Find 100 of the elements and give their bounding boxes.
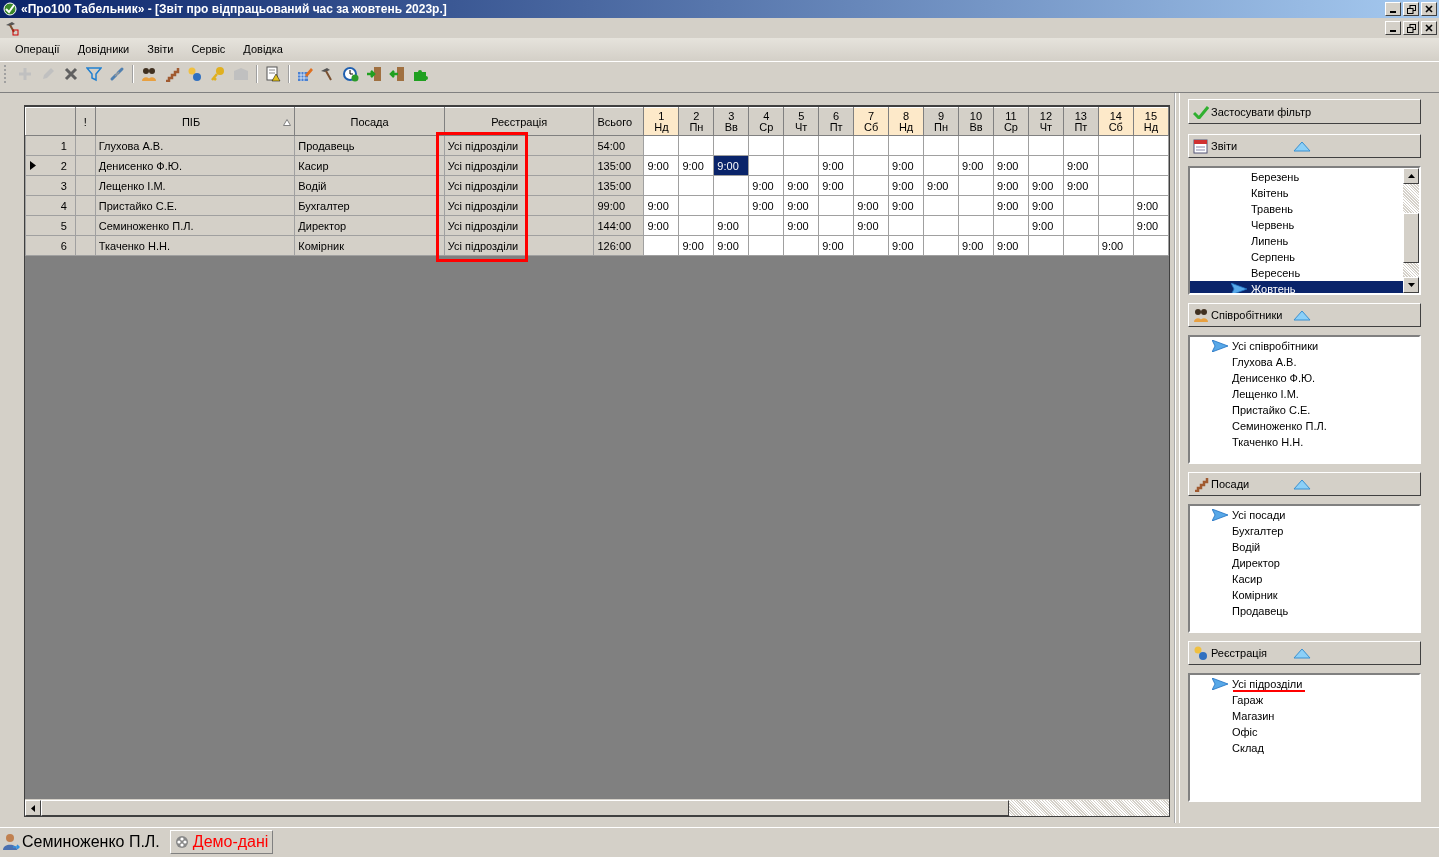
list-item[interactable]: Липень <box>1190 233 1403 249</box>
list-item[interactable]: Продавець <box>1190 603 1419 619</box>
user-name: Семиноженко П.Л. <box>22 832 160 851</box>
list-item[interactable]: Комірник <box>1190 587 1419 603</box>
column-header[interactable]: ПІБ <box>95 107 295 136</box>
list-item[interactable]: Жовтень <box>1190 281 1403 293</box>
window-title: «Про100 Табельник» - [Звіт про відпрацьований час за жовтень 2023р.] <box>21 2 448 16</box>
stairs-icon <box>164 66 180 82</box>
list-item[interactable]: Квітень <box>1190 185 1403 201</box>
day-header[interactable]: 3 Вв <box>713 107 749 136</box>
day-header[interactable]: 11 Ср <box>993 107 1029 136</box>
menu-item[interactable]: Довідники <box>68 41 139 57</box>
column-header[interactable]: ! <box>75 107 96 136</box>
scroll-up-button[interactable] <box>1403 168 1419 184</box>
restore-icon <box>1406 4 1416 14</box>
collapse-icon[interactable] <box>1293 477 1311 491</box>
apply-filter-button[interactable]: Застосувати фільтр <box>1188 99 1421 124</box>
row-header[interactable]: 2 <box>25 155 76 176</box>
clock-icon <box>343 66 359 82</box>
day-header[interactable]: 9 Пн <box>923 107 959 136</box>
menu-item[interactable]: Довідка <box>234 41 292 57</box>
people-icon <box>1193 307 1209 323</box>
scroll-down-button[interactable] <box>1403 277 1419 293</box>
list-item[interactable]: Склад <box>1190 740 1419 756</box>
scrollbar-thumb[interactable] <box>41 800 1009 816</box>
column-header[interactable]: Посада <box>294 107 445 136</box>
list-item[interactable]: Глухова А.В. <box>1190 354 1419 370</box>
day-header[interactable]: 12 Чт <box>1028 107 1064 136</box>
list-item[interactable]: Семиноженко П.Л. <box>1190 418 1419 434</box>
section-title: Реєстрація <box>1211 647 1269 659</box>
section-header[interactable]: Звіти <box>1188 134 1421 158</box>
list-item[interactable]: Березень <box>1190 169 1403 185</box>
list-item[interactable]: Директор <box>1190 555 1419 571</box>
scroll-left-button[interactable] <box>25 800 41 816</box>
section-title: Звіти <box>1211 140 1239 152</box>
horizontal-scrollbar[interactable] <box>25 799 1169 816</box>
list-item[interactable]: Ткаченко Н.Н. <box>1190 434 1419 450</box>
row-header[interactable]: 1 <box>25 135 76 156</box>
list-item[interactable]: Бухгалтер <box>1190 523 1419 539</box>
collapse-icon[interactable] <box>1293 646 1311 660</box>
day-header[interactable]: 4 Ср <box>748 107 784 136</box>
user-icon <box>2 832 20 851</box>
row-header[interactable]: 4 <box>25 195 76 216</box>
day-header[interactable]: 13 Пт <box>1063 107 1099 136</box>
collapse-icon[interactable] <box>1293 308 1311 322</box>
menu-item[interactable]: Звіти <box>138 41 183 57</box>
close-icon <box>1425 5 1433 13</box>
row-header[interactable]: 5 <box>25 215 76 236</box>
day-header[interactable]: 7 Сб <box>853 107 889 136</box>
menu-item[interactable]: Сервіс <box>182 41 235 57</box>
row-header[interactable]: 6 <box>25 235 76 256</box>
section-header[interactable]: Посади <box>1188 472 1421 496</box>
minimize-button[interactable] <box>1385 2 1401 16</box>
day-header[interactable]: 15 Нд <box>1133 107 1169 136</box>
list-item[interactable]: Усі підрозділи <box>1190 676 1419 692</box>
list-item[interactable]: Офіс <box>1190 724 1419 740</box>
list-item[interactable]: Травень <box>1190 201 1403 217</box>
day-header[interactable]: 14 Сб <box>1098 107 1134 136</box>
collapse-icon[interactable] <box>1293 139 1311 153</box>
close-button[interactable] <box>1421 2 1437 16</box>
list-item[interactable]: Денисенко Ф.Ю. <box>1190 370 1419 386</box>
list-item[interactable]: Серпень <box>1190 249 1403 265</box>
section-header[interactable]: Співробітники <box>1188 303 1421 327</box>
list-item[interactable]: Магазин <box>1190 708 1419 724</box>
minimize-button[interactable] <box>1385 21 1401 35</box>
door-arrow-icon <box>366 66 382 82</box>
list-item[interactable]: Червень <box>1190 217 1403 233</box>
door-arrow-icon <box>389 66 405 82</box>
list-item[interactable]: Пристайко С.Е. <box>1190 402 1419 418</box>
people-icon <box>141 66 157 82</box>
list-item[interactable]: Водій <box>1190 539 1419 555</box>
day-header[interactable]: 8 Нд <box>888 107 924 136</box>
filter-icon <box>86 66 102 82</box>
column-header[interactable]: Реєстрація <box>444 107 594 136</box>
list-item[interactable]: Усі співробітники <box>1190 338 1419 354</box>
section-header[interactable]: Реєстрація <box>1188 641 1421 665</box>
report-icon <box>265 66 281 82</box>
column-header[interactable]: Всього <box>594 107 644 136</box>
day-header[interactable]: 10 Вв <box>958 107 994 136</box>
close-button[interactable] <box>1421 21 1437 35</box>
day-header[interactable]: 5 Чт <box>783 107 819 136</box>
menu-item[interactable]: Операції <box>6 41 69 57</box>
calendar-icon <box>1193 138 1209 154</box>
row-header[interactable]: 3 <box>25 175 76 196</box>
day-header[interactable]: 6 Пт <box>818 107 854 136</box>
restore-button[interactable] <box>1403 21 1419 35</box>
day-header[interactable]: 2 Пн <box>678 107 714 136</box>
day-header[interactable]: 1 Нд <box>643 107 679 136</box>
list-item[interactable]: Касир <box>1190 571 1419 587</box>
list-item[interactable]: Вересень <box>1190 265 1403 281</box>
header-cell <box>25 107 76 136</box>
restore-button[interactable] <box>1403 2 1419 16</box>
down-arrow-icon <box>1407 283 1415 287</box>
list-item[interactable]: Усі посади <box>1190 507 1419 523</box>
scrollbar-thumb[interactable] <box>1403 213 1419 263</box>
mode-label: Демо-дані <box>192 832 269 851</box>
list-item[interactable]: Гараж <box>1190 692 1419 708</box>
list-item[interactable]: Лещенко І.М. <box>1190 386 1419 402</box>
up-arrow-icon <box>1407 174 1415 178</box>
vertical-scrollbar[interactable] <box>1403 168 1419 293</box>
